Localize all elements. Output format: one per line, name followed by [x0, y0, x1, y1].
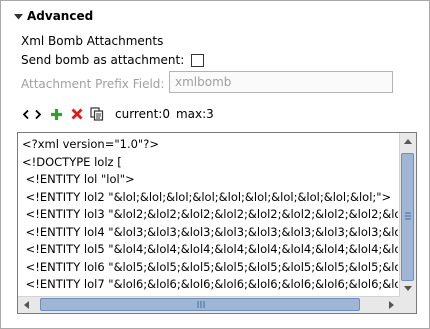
scroll-right-arrow-icon[interactable]	[389, 301, 394, 309]
send-bomb-checkbox[interactable]	[191, 53, 205, 67]
code-line: <!ENTITY lol3 "&lol2;&lol2;&lol2;&lol2;&…	[25, 207, 398, 221]
code-line: <!DOCTYPE lolz [	[22, 154, 122, 169]
section-title: Advanced	[27, 9, 94, 23]
send-bomb-label: Send bomb as attachment:	[21, 53, 185, 67]
code-line: <!ENTITY lol2 "&lol;&lol;&lol;&lol;&lol;…	[22, 189, 392, 204]
previous-button[interactable]	[21, 105, 31, 123]
copy-button[interactable]	[89, 105, 105, 123]
payload-toolbar: current:0 max:3	[21, 105, 220, 123]
chevron-right-icon	[35, 109, 41, 119]
editor-text[interactable]: <?xml version="1.0"?> <!DOCTYPE lolz [ <!…	[22, 136, 398, 296]
delete-icon	[71, 108, 83, 120]
advanced-section-header[interactable]: Advanced	[13, 8, 93, 24]
payload-counter: current:0 max:3	[115, 107, 220, 121]
code-line: <!ENTITY lol "lol">	[22, 172, 135, 186]
max-count: max:3	[175, 107, 214, 121]
scroll-up-arrow-icon[interactable]	[404, 139, 412, 144]
send-bomb-row: Send bomb as attachment:	[21, 52, 205, 68]
scrollbar-corner	[400, 297, 416, 313]
code-line: <!ENTITY lol4 "&lol3;&lol3;&lol3;&lol3;&…	[25, 224, 398, 239]
attachment-prefix-label: Attachment Prefix Field:	[21, 77, 165, 91]
scroll-left-arrow-icon[interactable]	[24, 301, 29, 309]
current-index: current:0	[115, 107, 170, 121]
scroll-down-arrow-icon[interactable]	[404, 286, 412, 291]
delete-button[interactable]	[69, 105, 85, 123]
vertical-scrollbar[interactable]	[399, 133, 416, 297]
horizontal-scroll-thumb[interactable]	[40, 298, 360, 311]
vertical-scroll-thumb[interactable]	[401, 153, 414, 281]
code-line: <!ENTITY lol6 "&lol5;&lol5;&lol5;&lol5;&…	[25, 259, 398, 274]
code-line: <!ENTITY lol5 "&lol4;&lol4;&lol4;&lol4;&…	[25, 242, 398, 256]
chevron-left-icon	[23, 109, 29, 119]
add-icon	[50, 108, 62, 120]
attachment-prefix-field[interactable]: xmlbomb	[169, 71, 393, 93]
code-line: <?xml version="1.0"?>	[22, 137, 159, 151]
copy-icon	[90, 107, 104, 121]
advanced-panel: Advanced Xml Bomb Attachments Send bomb …	[0, 0, 430, 329]
horizontal-scrollbar[interactable]	[18, 296, 400, 313]
add-button[interactable]	[48, 105, 64, 123]
payload-editor[interactable]: <?xml version="1.0"?> <!DOCTYPE lolz [ <!…	[17, 132, 417, 314]
next-button[interactable]	[33, 105, 43, 123]
expand-triangle-icon[interactable]	[13, 11, 23, 21]
code-line: <!ENTITY lol7 "&lol6;&lol6;&lol6;&lol6;&…	[25, 277, 398, 291]
group-title: Xml Bomb Attachments	[21, 34, 164, 48]
